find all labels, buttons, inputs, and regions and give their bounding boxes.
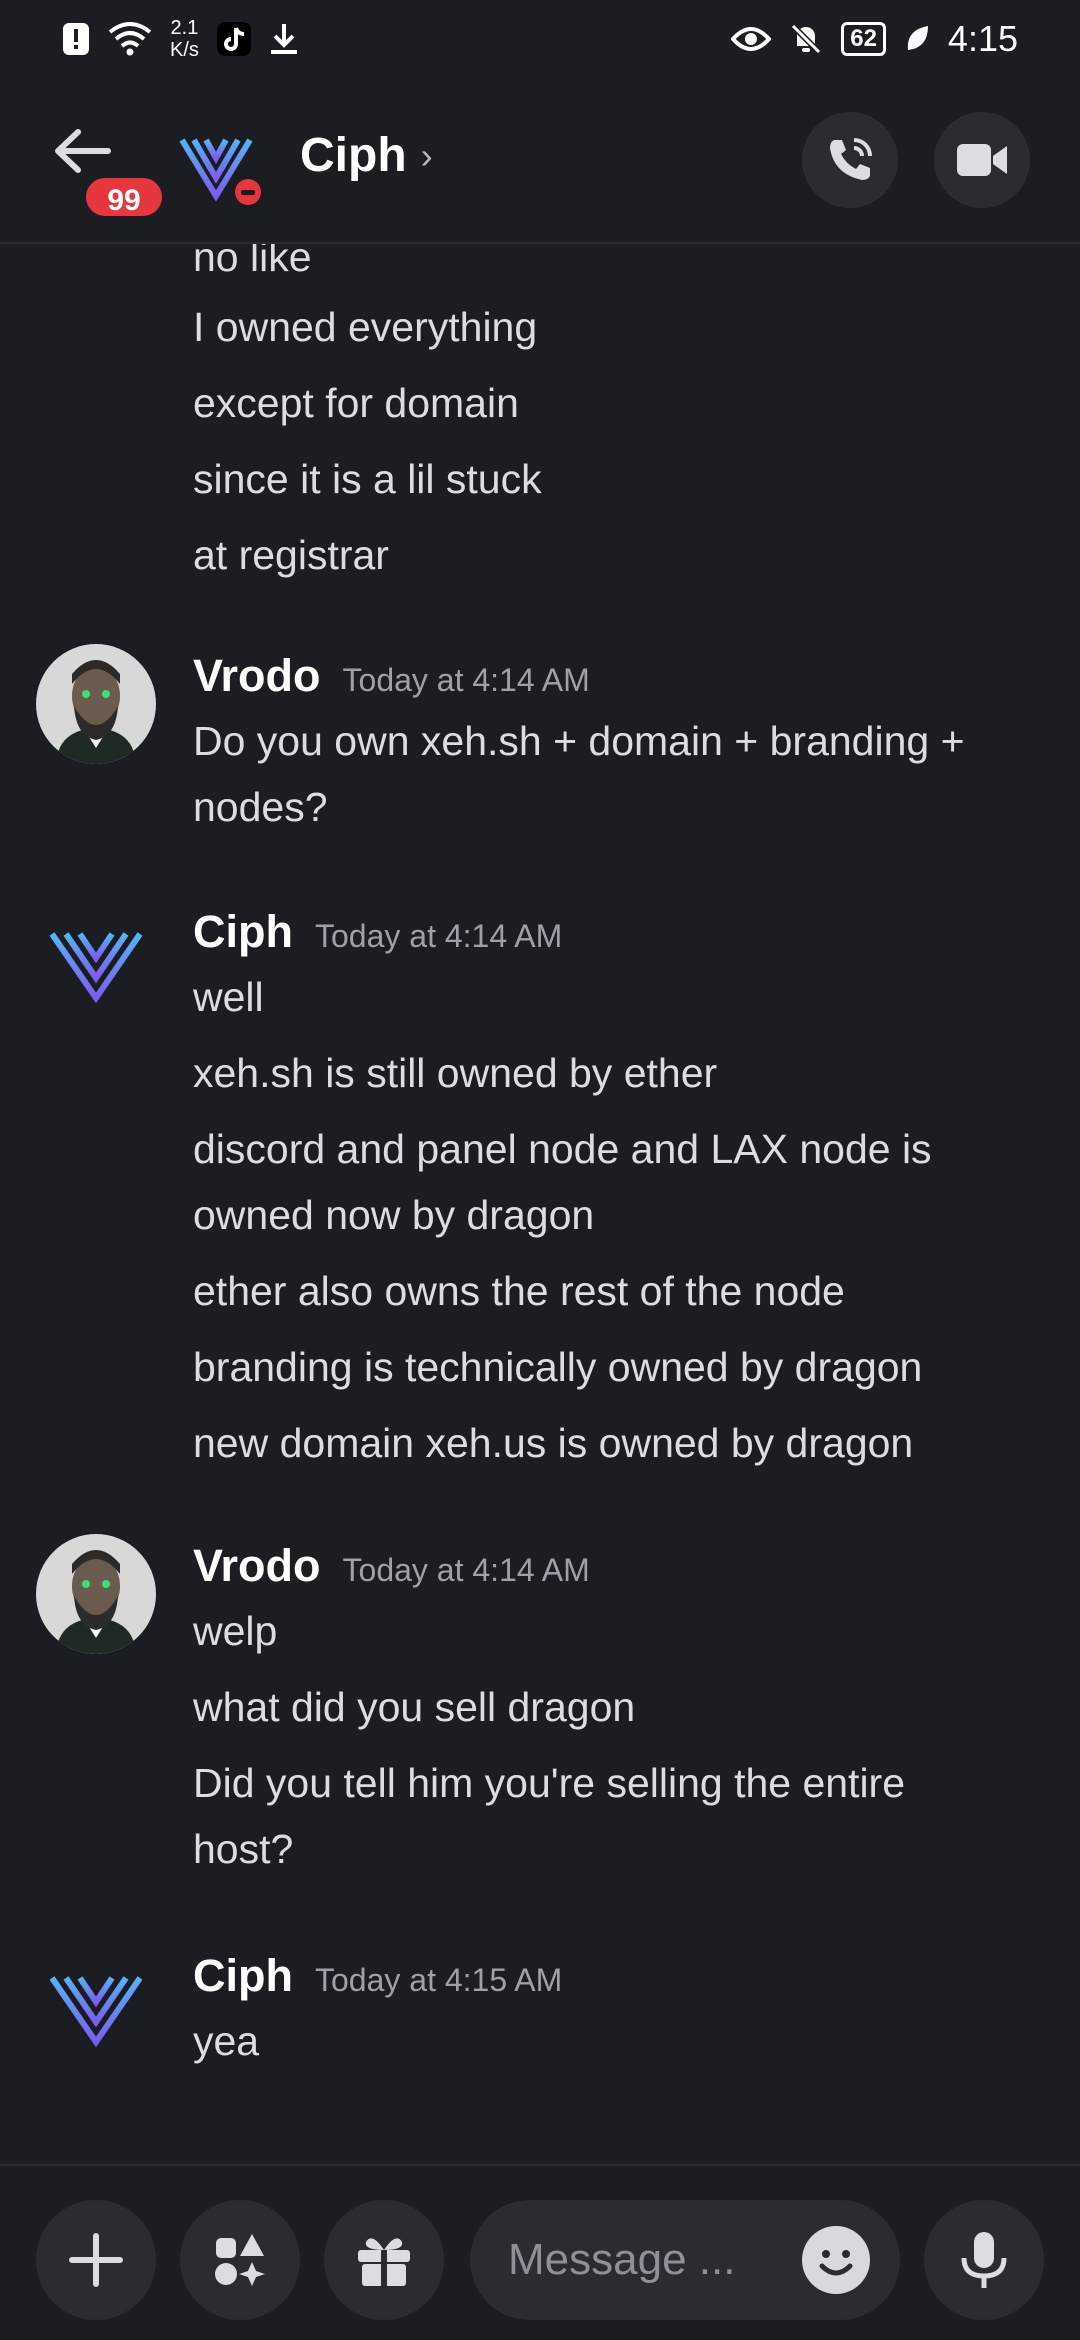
message-header: Ciph Today at 4:15 AM [193,1950,562,2002]
plus-icon [69,2233,123,2287]
emoji-button[interactable] [802,2226,870,2294]
message-list[interactable]: no like I owned everything except for do… [0,244,1080,2164]
net-speed-value: 2.1 [170,17,199,39]
message-line: Did you tell him you're selling the enti… [193,1760,906,1806]
status-right: 62 4:15 [731,18,1018,60]
network-speed: 2.1 K/s [170,17,199,61]
author-name[interactable]: Ciph [193,906,293,958]
timestamp: Today at 4:14 AM [314,918,563,954]
status-bar: 2.1 K/s 62 4:15 [0,0,1080,78]
message-placeholder: Message ... [508,2235,736,2284]
timestamp: Today at 4:15 AM [314,1962,563,1998]
video-camera-icon [957,144,1007,176]
emoji-icon [819,2250,853,2276]
message-line: since it is a lil stuck [193,456,542,502]
message-input[interactable]: Message ... [470,2200,900,2320]
phone-call-icon [830,138,872,180]
message-line: no like [193,244,312,280]
unread-badge: 99 [82,174,166,220]
dnd-status-icon [230,174,266,210]
chevron-right-icon: › [420,134,433,176]
back-arrow-icon [55,129,111,173]
download-icon [270,24,297,54]
alert-icon [63,23,89,55]
battery-icon: 62 [841,22,886,56]
message-line: discord and panel node and LAX node is [193,1126,932,1172]
author-name[interactable]: Vrodo [193,650,321,702]
ciph-avatar-icon[interactable] [48,1958,144,2054]
microphone-icon [961,2232,1007,2288]
clock: 4:15 [947,18,1018,59]
message-line: branding is technically owned by dragon [193,1344,923,1390]
message-line: at registrar [193,532,389,578]
message-line: what did you sell dragon [193,1684,636,1730]
voice-message-button[interactable] [924,2200,1044,2320]
attach-button[interactable] [36,2200,156,2320]
chat-header: 99 Ciph › [0,78,1080,244]
timestamp: Today at 4:14 AM [342,662,590,698]
chat-title[interactable]: Ciph › [300,128,433,183]
author-name[interactable]: Vrodo [193,1540,321,1592]
message-line: welp [193,1608,278,1654]
message-line: new domain xeh.us is owned by dragon [193,1420,914,1466]
message-line: ether also owns the rest of the node [193,1268,845,1314]
voice-call-button[interactable] [802,112,898,208]
wifi-icon [108,22,152,56]
chat-title-text: Ciph [300,129,407,182]
leaf-icon [907,26,928,50]
apps-button[interactable] [180,2200,300,2320]
message-line: Do you own xeh.sh + domain + branding + [193,718,965,764]
net-speed-unit: K/s [170,39,199,61]
message-header: Ciph Today at 4:14 AM [193,906,562,958]
message-line: except for domain [193,380,519,426]
message-line: nodes? [193,784,328,830]
message-line: I owned everything [193,304,538,350]
user-avatar-icon [36,644,156,764]
message-line: yea [193,2018,260,2064]
user-avatar-icon [36,1534,156,1654]
avatar-vrodo[interactable] [36,1534,156,1654]
bell-off-icon [791,23,822,55]
message-header: Vrodo Today at 4:14 AM [193,1540,590,1592]
timestamp: Today at 4:14 AM [342,1552,590,1588]
message-header: Vrodo Today at 4:14 AM [193,650,590,702]
apps-icon [215,2234,265,2286]
message-composer: Message ... [0,2164,1080,2340]
author-name[interactable]: Ciph [193,1950,293,2002]
message-line: well [193,974,264,1020]
gift-button[interactable] [324,2200,444,2320]
gift-icon [358,2238,410,2286]
avatar-vrodo[interactable] [36,644,156,764]
message-line: owned now by dragon [193,1192,595,1238]
status-left: 2.1 K/s [62,17,299,61]
message-line: host? [193,1826,294,1872]
message-line: xeh.sh is still owned by ether [193,1050,718,1096]
video-call-button[interactable] [934,112,1030,208]
tiktok-icon [216,22,251,56]
eye-icon [731,27,772,51]
ciph-avatar-icon[interactable] [48,914,144,1010]
